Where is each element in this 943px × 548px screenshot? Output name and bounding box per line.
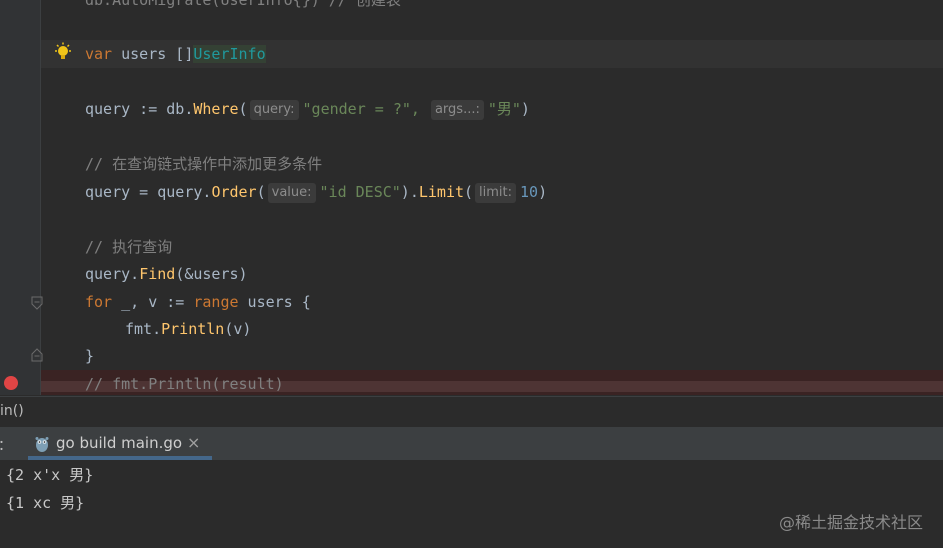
string-literal: "gender = ?",: [302, 100, 420, 118]
gopher-icon: [35, 437, 49, 452]
param-hint: args...:: [430, 100, 484, 120]
keyword: for: [85, 293, 113, 311]
code-line: fmt.Println(v): [125, 316, 251, 342]
code-text: _, v :=: [112, 293, 194, 311]
code-line: db.AutoMigrate(UserInfo{}) // 创建表: [85, 0, 401, 13]
keyword: var: [85, 45, 113, 63]
code-line: query.Find(&users): [85, 261, 248, 287]
code-text: db.AutoMigrate(UserInfo{}) // 创建表: [85, 0, 401, 9]
function-name: Find: [139, 265, 176, 283]
run-label: ：: [0, 435, 12, 455]
console-line: {2 x'x 男}: [6, 466, 94, 484]
code-text: ): [520, 100, 530, 118]
function-name: Where: [193, 100, 239, 118]
code-text: ): [538, 183, 548, 201]
code-text: query.: [85, 265, 140, 283]
code-text: }: [85, 347, 95, 365]
code-line: // fmt.Println(result): [85, 371, 284, 395]
param-hint: query:: [249, 100, 299, 120]
code-text: query := db.: [85, 100, 194, 118]
number-literal: 10: [520, 183, 539, 201]
close-icon[interactable]: ×: [187, 433, 200, 452]
code-text: users {: [238, 293, 311, 311]
code-text: fmt.: [125, 320, 162, 338]
code-text: query = query.: [85, 183, 212, 201]
run-tool-window-header: ： go build main.go ×: [0, 428, 943, 460]
string-literal: "id DESC": [319, 183, 401, 201]
code-text: (v): [224, 320, 252, 338]
console-output[interactable]: {2 x'x 男} {1 xc 男}: [0, 460, 943, 548]
function-name: Limit: [418, 183, 465, 201]
comment: // 在查询链式操作中添加更多条件: [85, 155, 323, 173]
code-text: (: [464, 183, 474, 201]
breadcrumb-item[interactable]: in(): [0, 403, 24, 419]
breadcrumb: in(): [0, 396, 943, 428]
lightbulb-icon[interactable]: [52, 42, 74, 64]
param-hint: value:: [267, 183, 316, 203]
code-text: (: [238, 100, 248, 118]
breakpoint-icon[interactable]: [4, 376, 18, 390]
param-hint: limit:: [475, 183, 517, 203]
code-line: var users []UserInfo: [85, 41, 266, 67]
watermark: @稀土掘金技术社区: [778, 513, 923, 532]
code-text: (: [256, 183, 266, 201]
code-line: // 执行查询: [85, 234, 172, 260]
code-line: query := db.Where(query: "gender = ?", ar…: [85, 96, 530, 122]
fold-start-icon[interactable]: [31, 296, 43, 310]
console-line: {1 xc 男}: [6, 494, 85, 512]
code-text: (&users): [175, 265, 248, 283]
string-literal: "男": [487, 100, 521, 118]
function-name: Order: [211, 183, 257, 201]
code-text: ).: [400, 183, 419, 201]
function-name: Println: [161, 320, 225, 338]
code-text: users []: [112, 45, 194, 63]
code-line: // 在查询链式操作中添加更多条件: [85, 151, 322, 177]
code-line: for _, v := range users {: [85, 289, 311, 315]
type-name: UserInfo: [193, 45, 266, 63]
keyword: range: [193, 293, 239, 311]
code-line: }: [85, 343, 94, 369]
fold-end-icon[interactable]: [31, 348, 43, 362]
code-line: query = query.Order(value: "id DESC").Lim…: [85, 179, 547, 205]
comment: // 执行查询: [85, 238, 173, 256]
comment: // fmt.Println(result): [85, 375, 284, 393]
editor-gutter[interactable]: [0, 0, 40, 395]
tab-label: go build main.go: [56, 434, 183, 452]
code-editor[interactable]: db.AutoMigrate(UserInfo{}) // 创建表 var us…: [0, 0, 943, 395]
